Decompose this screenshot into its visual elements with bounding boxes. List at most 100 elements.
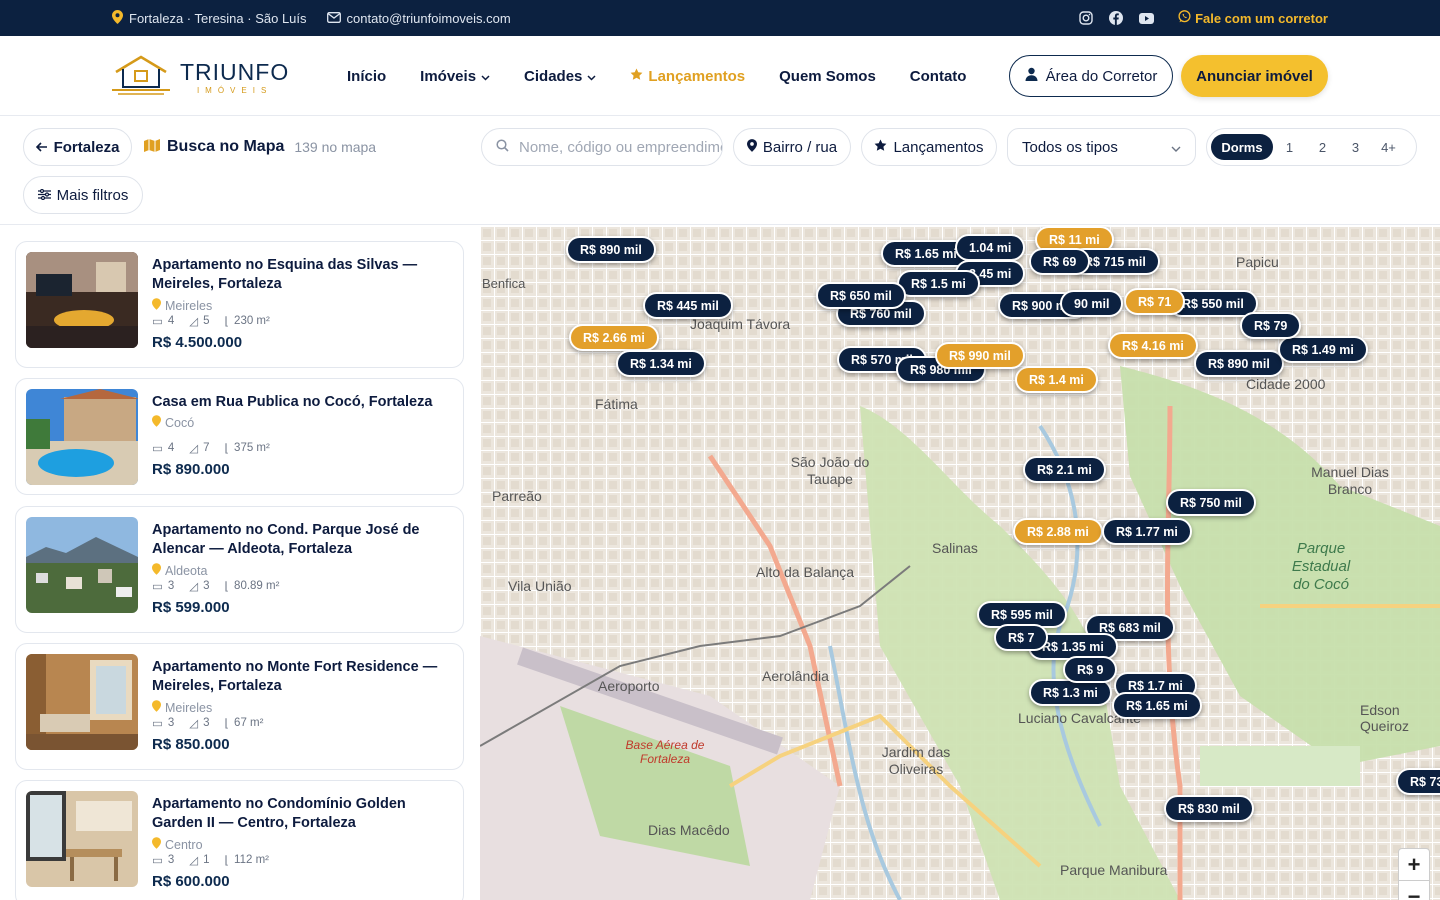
nav-contato[interactable]: Contato (910, 68, 967, 85)
map-label-base: Base Aérea de Fortaleza (625, 738, 705, 766)
nav-contato-label: Contato (909, 67, 967, 85)
bairro-text: Aldeota (165, 563, 208, 578)
nav-imoveis[interactable]: Imóveis (420, 68, 490, 85)
dorms-label: Dorms (1211, 134, 1273, 160)
map-label-altobalanca: Alto da Balança (756, 564, 855, 580)
location-pin-icon (152, 563, 161, 578)
area-value: 80.89 m² (234, 580, 280, 592)
price-marker[interactable]: R$ 71 (1124, 288, 1186, 315)
listing-card[interactable]: Casa em Rua Publica no Cocó, Fortaleza C… (15, 378, 464, 495)
price-marker[interactable]: R$ 750 mil (1166, 489, 1256, 516)
listing-photo (26, 517, 138, 613)
price-marker[interactable]: R$ 1.4 mi (1015, 366, 1098, 393)
search-input[interactable]: Nome, código ou empreendimento (481, 128, 723, 166)
price-marker[interactable]: R$ 79 (1240, 312, 1302, 339)
anunciar-imovel-button[interactable]: Anunciar imóvel (1181, 55, 1328, 97)
location-pin-icon (152, 298, 161, 313)
baths-count: 5 (203, 315, 210, 327)
youtube-icon[interactable] (1138, 10, 1154, 26)
whatsapp-link[interactable]: Fale com um corretor (1178, 10, 1328, 26)
listing-bairro: Cocó (152, 415, 194, 430)
nav-quem-label: Quem Somos (779, 67, 876, 85)
instagram-icon[interactable] (1078, 10, 1094, 26)
price-marker[interactable]: R$ 73 (1396, 768, 1440, 795)
listing-photo (26, 252, 138, 348)
bed-icon: ▭ (152, 581, 163, 593)
price-marker[interactable]: 1.04 mi (955, 234, 1026, 261)
listing-bairro: Meireles (152, 298, 212, 313)
listing-title: Apartamento no Cond. Parque José de Alen… (152, 522, 420, 557)
listing-card[interactable]: Apartamento no Condomínio Golden Garden … (15, 780, 464, 900)
price-marker[interactable]: R$ 1.65 mi (1112, 692, 1202, 719)
price-marker[interactable]: R$ 830 mil (1164, 795, 1254, 822)
bath-icon: ◿ (189, 443, 199, 455)
area-value: 112 m² (234, 854, 269, 866)
price-marker[interactable]: 90 mil (1060, 290, 1124, 317)
mais-filtros-button[interactable]: Mais filtros (23, 176, 143, 214)
price-marker[interactable]: R$ 69 (1029, 248, 1091, 275)
email-link[interactable]: contato@triunfoimoveis.com (326, 10, 511, 26)
nav-lancamentos[interactable]: Lançamentos (630, 68, 745, 85)
price-marker[interactable]: R$ 1.5 mi (897, 270, 980, 297)
anunciar-label: Anunciar imóvel (1196, 67, 1313, 85)
location-pin-icon (112, 9, 123, 27)
dorms-option-4plus[interactable]: 4+ (1372, 140, 1405, 155)
nav-quem-somos[interactable]: Quem Somos (779, 68, 876, 85)
bed-icon: ▭ (152, 855, 163, 867)
facebook-icon[interactable] (1108, 10, 1124, 26)
listing-card[interactable]: Apartamento no Cond. Parque José de Alen… (15, 506, 464, 633)
nav-inicio[interactable]: Início (347, 68, 386, 85)
price-marker[interactable]: R$ 890 mil (566, 236, 656, 263)
bairro-rua-filter[interactable]: Bairro / rua (733, 128, 851, 166)
area-icon: ⌊ (224, 316, 230, 328)
chevron-down-icon (1171, 139, 1181, 156)
lancamentos-filter[interactable]: Lançamentos (861, 128, 997, 166)
bath-icon: ◿ (189, 316, 199, 328)
price-marker[interactable]: R$ 990 mil (935, 342, 1025, 369)
star-icon (630, 68, 643, 85)
logo-name: TRIUNFO (180, 58, 290, 85)
back-fortaleza-button[interactable]: Fortaleza (23, 128, 132, 166)
map-view[interactable]: Benfica Joaquim Távora Fátima Parreão Sã… (480, 226, 1440, 900)
price-marker[interactable]: R$ 2.66 mi (569, 324, 659, 351)
area-corretor-button[interactable]: Área do Corretor (1009, 55, 1173, 97)
price-marker[interactable]: R$ 2.88 mi (1013, 518, 1103, 545)
dorms-option-2[interactable]: 2 (1306, 140, 1339, 155)
zoom-in-button[interactable]: + (1399, 849, 1429, 881)
location-pin-icon (746, 138, 757, 156)
price-marker[interactable]: R$ 1.49 mi (1278, 336, 1368, 363)
listing-bairro: Meireles (152, 700, 212, 715)
listing-card[interactable]: Apartamento no Esquina das Silvas — Meir… (15, 241, 464, 368)
cities-info: Fortaleza · Teresina · São Luís (112, 9, 307, 27)
price-marker[interactable]: R$ 4.16 mi (1108, 332, 1198, 359)
nav-cidades[interactable]: Cidades (524, 68, 596, 85)
logo[interactable]: TRIUNFO IMÓVEIS (112, 54, 289, 101)
email-text: contato@triunfoimoveis.com (346, 10, 511, 26)
zoom-out-button[interactable]: − (1399, 881, 1429, 900)
map-label-manibura: Parque Manibura (1060, 862, 1168, 878)
price-marker[interactable]: R$ 1.34 mi (616, 350, 706, 377)
price-marker[interactable]: R$ 1.3 mi (1029, 679, 1112, 706)
main-nav: Início Imóveis Cidades Lançamentos Quem … (347, 36, 966, 116)
listing-card[interactable]: Apartamento no Monte Fort Residence — Me… (15, 643, 464, 770)
price-marker[interactable]: R$ 7 (994, 624, 1049, 651)
price-marker[interactable]: R$ 1.77 mi (1102, 518, 1192, 545)
tipos-select[interactable]: Todos os tipos (1007, 128, 1196, 166)
map-count: 139 no mapa (294, 139, 377, 155)
price-marker[interactable]: R$ 9 (1063, 656, 1118, 683)
price-marker[interactable]: R$ 445 mil (643, 292, 733, 319)
nav-inicio-label: Início (347, 67, 387, 85)
listing-list: Apartamento no Esquina das Silvas — Meir… (0, 226, 480, 900)
dorms-option-1[interactable]: 1 (1273, 140, 1306, 155)
price-marker[interactable]: R$ 650 mil (816, 282, 906, 309)
listing-features: ▭ 4 ◿ 7 ⌊ 375 m² (152, 441, 270, 455)
nav-lancamentos-label: Lançamentos (648, 67, 746, 85)
listing-photo (26, 654, 138, 750)
price-marker[interactable]: R$ 2.1 mi (1023, 456, 1106, 483)
listing-photo (26, 389, 138, 485)
price-marker[interactable]: R$ 890 mil (1194, 350, 1284, 377)
bairro-text: Meireles (165, 298, 213, 313)
map-label-jardim: Jardim das Oliveiras (881, 744, 951, 777)
cities-text: Fortaleza · Teresina · São Luís (129, 10, 307, 26)
dorms-option-3[interactable]: 3 (1339, 140, 1372, 155)
